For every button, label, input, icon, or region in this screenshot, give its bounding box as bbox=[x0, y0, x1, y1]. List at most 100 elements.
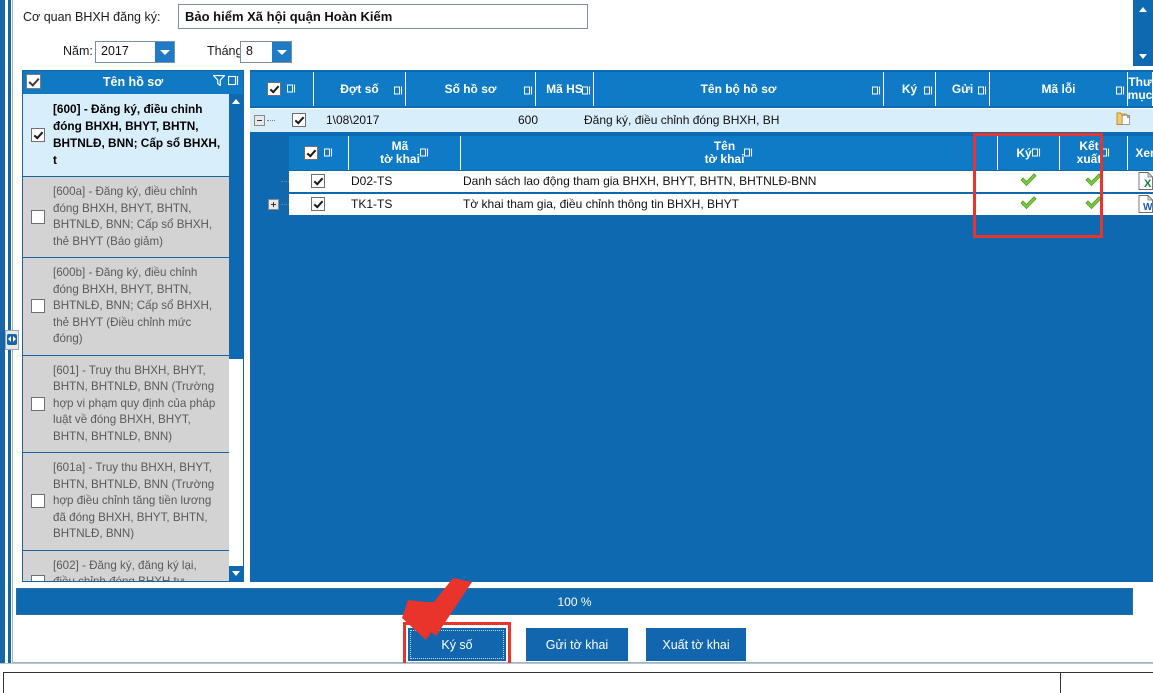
scrollbar-thumb[interactable] bbox=[229, 109, 243, 359]
application-window: Cơ quan BHXH đăng ký: Năm: 2017 Tháng: 8… bbox=[0, 0, 1153, 693]
column-header-so_ho_so[interactable]: Số hồ sơ bbox=[406, 72, 536, 106]
column-resize-icon[interactable] bbox=[1101, 146, 1110, 160]
excel-document-icon[interactable]: X bbox=[1138, 171, 1153, 193]
progress-label: 100 % bbox=[557, 595, 592, 609]
sign-digital-button[interactable]: Ký số bbox=[408, 628, 506, 661]
column-header-check[interactable] bbox=[289, 136, 349, 170]
agency-input[interactable] bbox=[178, 4, 588, 29]
list-item[interactable]: [600] - Đăng ký, điều chỉnh đóng BHXH, B… bbox=[23, 94, 229, 177]
svg-text:W: W bbox=[1143, 202, 1153, 213]
list-item[interactable]: [601] - Truy thu BHXH, BHYT, BHTN, BHTNL… bbox=[23, 355, 229, 453]
scroll-down-button[interactable] bbox=[1133, 47, 1153, 66]
column-header-label: Ký bbox=[901, 81, 918, 96]
scrollbar-thumb[interactable] bbox=[1133, 19, 1153, 47]
triangle-down-icon bbox=[1139, 54, 1147, 59]
scroll-up-button[interactable] bbox=[1133, 0, 1153, 19]
column-header-label: Mã tờ khai bbox=[380, 139, 420, 166]
document-type-scrollbar[interactable] bbox=[229, 94, 243, 581]
list-item-checkbox[interactable] bbox=[31, 396, 45, 411]
column-header-ten_to_khai[interactable]: Tên tờ khai bbox=[461, 136, 998, 170]
column-resize-icon[interactable] bbox=[978, 84, 987, 98]
cell-ma-hs: 600 bbox=[518, 113, 539, 127]
year-select[interactable]: 2017 bbox=[95, 41, 175, 63]
column-header-ma_to_khai[interactable]: Mã tờ khai bbox=[349, 136, 461, 170]
scroll-down-button[interactable] bbox=[229, 566, 243, 581]
list-item-label: [602] - Đăng ký, đăng ký lại, điều chỉnh… bbox=[53, 558, 197, 582]
tree-line bbox=[281, 181, 289, 182]
list-item-label: [600] - Đăng ký, điều chỉnh đóng BHXH, B… bbox=[53, 102, 221, 167]
list-item[interactable]: [600a] - Đăng ký, điều chỉnh đóng BHXH, … bbox=[23, 177, 229, 258]
cell-ma-to-khai: TK1-TS bbox=[351, 197, 393, 211]
column-resize-icon[interactable] bbox=[324, 146, 333, 160]
month-select[interactable]: 8 bbox=[240, 41, 292, 63]
window-vertical-scrollbar[interactable] bbox=[1133, 0, 1153, 66]
list-item-checkbox[interactable] bbox=[31, 128, 45, 142]
list-item-checkbox-cell bbox=[23, 494, 53, 509]
panel-splitter-handle[interactable] bbox=[5, 330, 19, 350]
declaration-grid-header: Mãtờ khai Têntờ khai Ký Kếtxuất Xem bbox=[289, 135, 1153, 171]
column-header-label: Gửi bbox=[951, 81, 974, 96]
action-button-row: Ký số Gửi tờ khai Xuất tờ khai bbox=[0, 628, 1153, 664]
column-resize-icon[interactable] bbox=[582, 84, 591, 98]
column-header-ky[interactable]: Ký bbox=[998, 136, 1060, 170]
list-item[interactable]: [602] - Đăng ký, đăng ký lại, điều chỉnh… bbox=[23, 550, 229, 582]
column-resize-icon[interactable] bbox=[1031, 146, 1041, 160]
column-resize-icon[interactable] bbox=[419, 146, 429, 160]
column-resize-icon[interactable] bbox=[228, 75, 239, 86]
column-header-label: Tên tờ khai bbox=[704, 139, 745, 166]
column-resize-icon[interactable] bbox=[924, 84, 933, 98]
table-row[interactable]: D02-TS Danh sách lao động tham gia BHXH, … bbox=[281, 171, 1153, 193]
list-item-checkbox-cell bbox=[23, 210, 53, 224]
list-item-checkbox[interactable] bbox=[31, 299, 45, 314]
column-header-label: Mã HS bbox=[546, 81, 583, 96]
column-header-label: Ký bbox=[1016, 145, 1032, 160]
scroll-up-button[interactable] bbox=[229, 94, 243, 109]
export-status-check-icon bbox=[1085, 196, 1102, 213]
export-declaration-button[interactable]: Xuất tờ khai bbox=[646, 628, 746, 661]
folder-document-icon[interactable] bbox=[1116, 112, 1132, 129]
document-type-list[interactable]: [600] - Đăng ký, điều chỉnh đóng BHXH, B… bbox=[23, 94, 229, 581]
row-checkbox[interactable] bbox=[311, 174, 325, 188]
list-item-checkbox[interactable] bbox=[31, 575, 45, 581]
chevron-down-icon[interactable] bbox=[272, 42, 291, 62]
select-all-checkbox[interactable] bbox=[304, 146, 318, 160]
column-header-check[interactable] bbox=[250, 72, 314, 106]
row-checkbox[interactable] bbox=[311, 197, 325, 211]
funnel-filter-icon[interactable] bbox=[213, 75, 225, 86]
column-resize-icon[interactable] bbox=[394, 84, 403, 98]
row-collapse-icon[interactable] bbox=[254, 115, 265, 126]
column-header-ky[interactable]: Ký bbox=[884, 72, 936, 106]
select-all-checkbox[interactable] bbox=[267, 82, 281, 96]
tree-line bbox=[267, 120, 275, 121]
sign-status-check-icon bbox=[1020, 173, 1037, 190]
row-checkbox[interactable] bbox=[292, 113, 306, 127]
collapse-expand-icon bbox=[7, 334, 17, 345]
column-header-ket_xuat[interactable]: Kết xuất bbox=[1060, 136, 1128, 170]
table-row[interactable]: 1\08\2017 600 Đăng ký, điều chỉnh đóng B… bbox=[250, 108, 1153, 132]
word-document-icon[interactable]: W bbox=[1138, 194, 1153, 216]
chevron-down-icon[interactable] bbox=[155, 42, 174, 62]
column-resize-icon[interactable] bbox=[872, 84, 881, 98]
list-item-checkbox[interactable] bbox=[31, 494, 45, 509]
column-resize-icon[interactable] bbox=[287, 82, 296, 96]
column-resize-icon[interactable] bbox=[524, 84, 533, 98]
cell-ten-bo-ho-so: Đăng ký, điều chỉnh đóng BHXH, BH bbox=[584, 113, 780, 127]
list-item-checkbox[interactable] bbox=[31, 210, 45, 224]
send-declaration-button[interactable]: Gửi tờ khai bbox=[526, 628, 628, 661]
list-item-label: [601] - Truy thu BHXH, BHYT, BHTN, BHTNL… bbox=[53, 363, 216, 443]
column-header-dot_so[interactable]: Đợt số bbox=[314, 72, 406, 106]
triangle-up-icon bbox=[232, 99, 240, 104]
column-resize-icon[interactable] bbox=[744, 146, 753, 160]
column-header-xem[interactable]: Xem bbox=[1128, 136, 1153, 170]
column-header-ten_bo_ho_so[interactable]: Tên bộ hồ sơ bbox=[594, 72, 884, 106]
dossier-grid-header: Đợt số Số hồ sơ Mã HS Tên bộ hồ sơ Ký Gửi Mã l… bbox=[250, 70, 1153, 108]
column-header-gui[interactable]: Gửi bbox=[936, 72, 990, 106]
list-item[interactable]: [600b] - Đăng ký, điều chỉnh đóng BHXH, … bbox=[23, 258, 229, 356]
tree-line bbox=[281, 204, 289, 205]
list-item[interactable]: [601a] - Truy thu BHXH, BHYT, BHTN, BHTN… bbox=[23, 453, 229, 551]
column-header-ma_hs[interactable]: Mã HS bbox=[536, 72, 594, 106]
column-header-ma_loi[interactable]: Mã lỗi bbox=[990, 72, 1128, 106]
table-row[interactable]: TK1-TS Tờ khai tham gia, điều chỉnh thông… bbox=[268, 194, 1153, 216]
row-expand-icon[interactable] bbox=[268, 199, 279, 210]
column-header-thu_muc[interactable]: Thư mục bbox=[1128, 72, 1153, 106]
